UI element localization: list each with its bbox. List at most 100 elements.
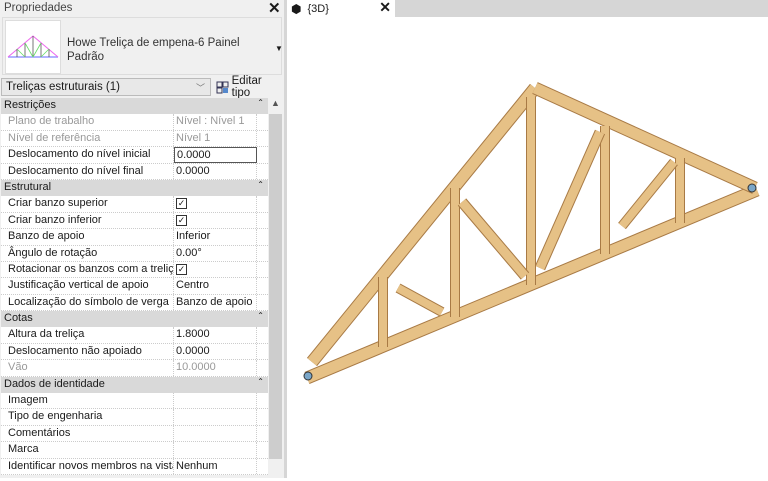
- property-extra-cell: [257, 114, 268, 129]
- property-label: Justificação vertical de apoio: [1, 278, 174, 294]
- property-value-cell[interactable]: [174, 442, 257, 458]
- category-filter-dropdown[interactable]: Treliças estruturais (1) ﹀: [1, 78, 211, 96]
- property-extra-cell: [257, 196, 268, 211]
- dropdown-arrow-icon[interactable]: ▼: [275, 44, 283, 53]
- property-value-cell[interactable]: 0.00°: [174, 245, 257, 261]
- support-point[interactable]: [747, 183, 757, 193]
- tab-label: {3D}: [307, 2, 329, 15]
- support-point[interactable]: [303, 371, 313, 381]
- diagonal-2[interactable]: [457, 198, 530, 280]
- type-name: Howe Treliça de empena-6 Painel: [67, 37, 240, 49]
- property-value-cell[interactable]: Centro: [174, 278, 257, 294]
- tab-3d-view[interactable]: ⬢ {3D} ✕: [287, 0, 395, 17]
- property-extra-cell: [257, 327, 268, 342]
- diagonal-3[interactable]: [534, 129, 606, 271]
- property-row: Marca: [1, 442, 268, 459]
- property-row: Localização do símbolo de verga Banzo de …: [1, 294, 268, 312]
- property-row: Tipo de engenharia: [1, 409, 268, 426]
- property-row: Deslocamento do nível final 0.0000: [1, 163, 268, 180]
- group-header[interactable]: Cotas ⌃: [1, 311, 268, 328]
- property-row: Altura da treliça 1.8000: [1, 327, 268, 344]
- close-tab-icon[interactable]: ✕: [379, 0, 391, 16]
- category-filter-value: Treliças estruturais (1): [6, 81, 120, 93]
- checkbox[interactable]: ✓: [176, 214, 187, 226]
- property-value-cell[interactable]: [174, 409, 257, 425]
- type-selector[interactable]: Howe Treliça de empena-6 Painel Padrão ▼: [2, 17, 283, 75]
- group-header[interactable]: Restrições ⌃: [1, 98, 268, 115]
- property-value: 1.8000: [176, 328, 210, 341]
- property-label: Altura da treliça: [1, 327, 174, 343]
- property-row: Vão 10.0000: [1, 360, 268, 377]
- property-value-cell[interactable]: 0.0000: [174, 343, 257, 360]
- property-row: Deslocamento do nível inicial 0.0000: [1, 147, 268, 164]
- property-label: Tipo de engenharia: [1, 409, 174, 425]
- collapse-icon[interactable]: ⌃: [257, 377, 264, 386]
- property-value-cell[interactable]: 0.0000: [174, 163, 257, 179]
- edit-type-button[interactable]: Editar tipo: [214, 75, 284, 99]
- truss-model[interactable]: [287, 17, 768, 478]
- group-header[interactable]: Estrutural ⌃: [1, 179, 268, 197]
- property-label: Imagem: [1, 393, 174, 409]
- diagonal-1[interactable]: [395, 283, 445, 317]
- top-chord-right[interactable]: [532, 82, 758, 194]
- property-label: Marca: [1, 442, 174, 458]
- property-value-cell[interactable]: 1.8000: [174, 327, 257, 343]
- property-label: Banzo de apoio: [1, 229, 174, 245]
- property-label: Deslocamento do nível inicial: [1, 147, 174, 163]
- property-value: 0.0000: [176, 164, 210, 177]
- collapse-icon[interactable]: ⌃: [257, 98, 264, 107]
- property-value-cell[interactable]: ✓: [174, 212, 257, 229]
- property-label: Identificar novos membros na vista: [1, 458, 174, 474]
- property-extra-cell: [257, 459, 268, 474]
- property-value-cell[interactable]: Nenhum: [174, 458, 257, 474]
- property-row: Plano de trabalho Nível : Nível 1: [1, 114, 268, 131]
- truss-thumbnail: [5, 20, 61, 74]
- property-value-cell[interactable]: ✓: [174, 261, 257, 278]
- property-value: Inferior: [176, 230, 211, 243]
- property-value-cell[interactable]: Inferior: [174, 229, 257, 245]
- checkbox[interactable]: ✓: [176, 198, 187, 210]
- 3d-viewport[interactable]: [287, 17, 768, 478]
- 3d-cube-icon: ⬢: [291, 1, 302, 16]
- property-extra-cell: [257, 426, 268, 441]
- view-tab-bar: ⬢ {3D} ✕: [287, 0, 768, 17]
- collapse-icon[interactable]: ⌃: [257, 311, 264, 320]
- scrollbar[interactable]: ▲: [268, 98, 283, 459]
- property-row: Deslocamento não apoiado 0.0000: [1, 343, 268, 361]
- property-value-cell[interactable]: ✓: [174, 196, 257, 212]
- property-label: Comentários: [1, 425, 174, 442]
- property-value: Nível : Nível 1: [176, 115, 245, 128]
- scroll-up-icon[interactable]: ▲: [271, 98, 280, 108]
- property-row: Nível de referência Nível 1: [1, 130, 268, 148]
- property-label: Nível de referência: [1, 130, 174, 147]
- property-value-cell: Nível : Nível 1: [174, 114, 257, 130]
- property-value-cell[interactable]: 0.0000: [174, 147, 257, 163]
- property-row: Criar banzo superior ✓: [1, 196, 268, 213]
- property-extra-cell: [257, 246, 268, 261]
- property-value-cell: 10.0000: [174, 360, 257, 376]
- checkbox[interactable]: ✓: [176, 263, 187, 275]
- group-header[interactable]: Dados de identidade ⌃: [1, 376, 268, 394]
- property-value: Nenhum: [176, 459, 218, 472]
- top-chord-left[interactable]: [306, 83, 541, 367]
- collapse-icon[interactable]: ⌃: [257, 180, 264, 189]
- property-row: Banzo de apoio Inferior: [1, 229, 268, 246]
- property-value: 0.0000: [176, 344, 210, 357]
- property-value-cell[interactable]: [174, 425, 257, 442]
- property-value-cell[interactable]: Banzo de apoio: [174, 294, 257, 311]
- property-extra-cell: [257, 131, 268, 146]
- property-row: Imagem: [1, 393, 268, 410]
- close-icon[interactable]: ✕: [268, 0, 281, 17]
- edit-type-label: Editar tipo: [231, 75, 262, 99]
- property-extra-cell: [257, 278, 268, 293]
- scrollbar-thumb[interactable]: [269, 114, 282, 459]
- property-value-cell[interactable]: [174, 393, 257, 409]
- diagonal-4[interactable]: [618, 158, 678, 230]
- group-label: Dados de identidade: [4, 377, 105, 390]
- property-row: Justificação vertical de apoio Centro: [1, 278, 268, 295]
- property-value: Nível 1: [176, 131, 211, 144]
- edit-type-icon: [216, 81, 229, 93]
- property-row: Identificar novos membros na vista Nenhum: [1, 458, 268, 475]
- property-value: 10.0000: [176, 361, 216, 374]
- property-row: Comentários: [1, 425, 268, 443]
